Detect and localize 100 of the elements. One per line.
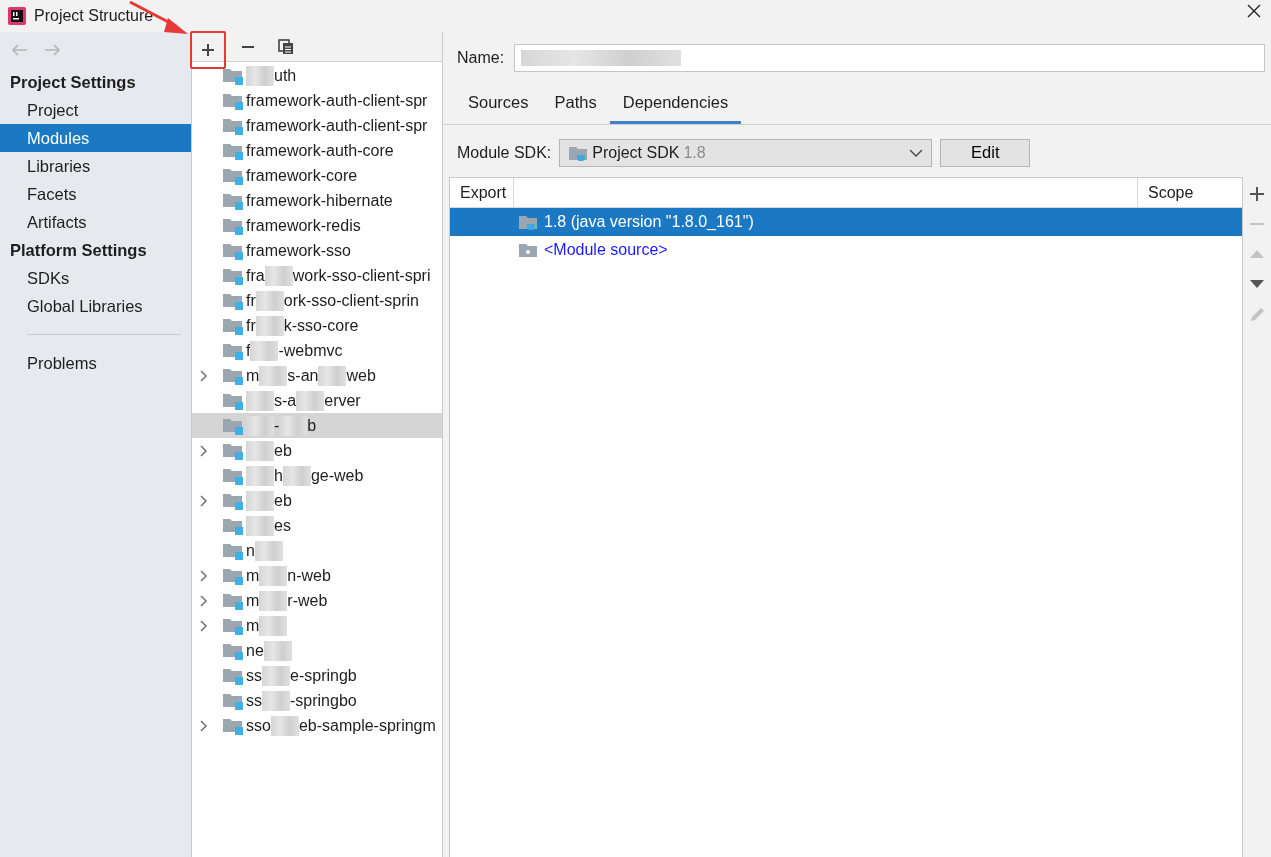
module-name: -webmvc bbox=[278, 340, 343, 361]
window-title: Project Structure bbox=[34, 6, 154, 26]
tab[interactable]: Sources bbox=[455, 86, 542, 124]
redaction-block bbox=[246, 440, 274, 461]
module-folder-icon bbox=[223, 116, 243, 135]
module-item[interactable]: framework-hibernate bbox=[192, 188, 442, 213]
sidebar-item[interactable]: Problems bbox=[0, 349, 191, 377]
module-folder-icon bbox=[223, 616, 243, 635]
module-item[interactable]: f -webmvc bbox=[192, 338, 442, 363]
module-folder-icon bbox=[223, 316, 243, 335]
edit-button[interactable]: Edit bbox=[940, 138, 1031, 167]
module-item[interactable]: fr k-sso-core bbox=[192, 313, 442, 338]
module-item[interactable]: framework-auth-client-spr bbox=[192, 113, 442, 138]
module-item[interactable]: ss e-springb bbox=[192, 663, 442, 688]
module-item[interactable]: fra work-sso-client-spri bbox=[192, 263, 442, 288]
module-item[interactable]: - b bbox=[192, 413, 442, 438]
app-logo-icon bbox=[8, 7, 26, 25]
module-name: n bbox=[246, 540, 255, 561]
redaction-block bbox=[296, 390, 325, 411]
module-name: ss bbox=[246, 665, 262, 686]
module-folder-icon bbox=[223, 366, 243, 385]
module-folder-icon bbox=[223, 641, 243, 660]
redaction-block bbox=[246, 465, 274, 486]
module-folder-icon bbox=[223, 441, 243, 460]
tab[interactable]: Dependencies bbox=[609, 86, 742, 124]
redaction-block bbox=[262, 665, 290, 686]
module-item[interactable]: m s-an web bbox=[192, 363, 442, 388]
remove-icon bbox=[240, 45, 256, 48]
module-name: m bbox=[246, 590, 260, 611]
module-item[interactable]: framework-sso bbox=[192, 238, 442, 263]
sdk-label: Module SDK: bbox=[457, 142, 552, 163]
add-icon[interactable] bbox=[1248, 184, 1266, 203]
module-item[interactable]: n bbox=[192, 538, 442, 563]
sidebar-item[interactable]: Facets bbox=[0, 180, 191, 208]
sidebar-item[interactable]: Modules bbox=[0, 124, 191, 152]
module-item[interactable]: framework-auth-core bbox=[192, 138, 442, 163]
module-item[interactable]: m bbox=[192, 613, 442, 638]
redaction-block bbox=[246, 65, 274, 86]
name-label: Name: bbox=[457, 48, 505, 68]
module-item[interactable]: uth bbox=[192, 63, 442, 88]
module-item[interactable]: h ge-web bbox=[192, 463, 442, 488]
module-name: fr bbox=[246, 290, 256, 311]
sidebar-item[interactable]: Libraries bbox=[0, 152, 191, 180]
module-name: sso bbox=[246, 715, 271, 736]
close-icon[interactable] bbox=[1247, 4, 1261, 18]
module-folder-icon bbox=[223, 291, 243, 310]
module-name: framework-auth-client-spr bbox=[246, 90, 428, 111]
module-item[interactable]: m n-web bbox=[192, 563, 442, 588]
sdk-value: Project SDK bbox=[592, 142, 680, 163]
module-folder-icon bbox=[223, 166, 243, 185]
sidebar-item[interactable]: Artifacts bbox=[0, 208, 191, 236]
module-item[interactable]: ss -springbo bbox=[192, 688, 442, 713]
sdk-dropdown[interactable]: Project SDK 1.8 bbox=[559, 138, 933, 167]
name-field[interactable] bbox=[514, 44, 1265, 72]
module-item[interactable]: eb bbox=[192, 488, 442, 513]
redaction-block bbox=[255, 290, 284, 311]
module-item[interactable]: m r-web bbox=[192, 588, 442, 613]
module-name: framework-hibernate bbox=[246, 190, 393, 211]
module-folder-icon bbox=[223, 141, 243, 160]
redaction-block bbox=[270, 715, 299, 736]
module-item[interactable]: sso eb-sample-springm bbox=[192, 713, 442, 738]
module-folder-icon bbox=[223, 391, 243, 410]
dependency-row[interactable]: <Module source> bbox=[450, 235, 1242, 264]
module-item[interactable]: s-a erver bbox=[192, 388, 442, 413]
module-name: erver bbox=[324, 390, 361, 411]
redaction-block bbox=[246, 490, 274, 511]
module-name: work-sso-client-spri bbox=[292, 265, 431, 286]
module-folder-icon bbox=[223, 266, 243, 285]
module-name: h bbox=[274, 465, 283, 486]
module-folder-icon bbox=[223, 541, 243, 560]
module-name: framework-auth-core bbox=[246, 140, 394, 161]
dependency-row[interactable]: 1.8 (java version "1.8.0_161") bbox=[450, 207, 1242, 236]
module-item[interactable]: framework-redis bbox=[192, 213, 442, 238]
module-name: framework-auth-client-spr bbox=[246, 115, 428, 136]
module-item[interactable]: framework-core bbox=[192, 163, 442, 188]
module-name: es bbox=[274, 515, 291, 536]
chevron-down-icon bbox=[909, 147, 924, 158]
tab[interactable]: Paths bbox=[541, 86, 610, 124]
add-icon bbox=[200, 41, 216, 58]
module-item[interactable]: ne bbox=[192, 638, 442, 663]
sidebar-item[interactable]: SDKs bbox=[0, 264, 191, 292]
redaction-block bbox=[246, 390, 274, 411]
module-name: -springbo bbox=[290, 690, 357, 711]
module-item[interactable]: eb bbox=[192, 438, 442, 463]
redaction-block bbox=[259, 365, 288, 386]
redaction-block bbox=[254, 540, 283, 561]
dependency-name: <Module source> bbox=[544, 239, 668, 260]
module-name: s-an bbox=[287, 365, 319, 386]
add-button[interactable] bbox=[190, 30, 226, 69]
module-item[interactable]: framework-auth-client-spr bbox=[192, 88, 442, 113]
sidebar-item[interactable]: Project bbox=[0, 96, 191, 124]
module-item[interactable]: es bbox=[192, 513, 442, 538]
module-folder-icon bbox=[223, 591, 243, 610]
redaction-block bbox=[318, 365, 347, 386]
copy-icon bbox=[278, 38, 294, 55]
module-name: ge-web bbox=[310, 465, 364, 486]
sidebar-item[interactable]: Global Libraries bbox=[0, 292, 191, 320]
module-name: ne bbox=[246, 640, 264, 661]
module-folder-icon bbox=[223, 716, 243, 735]
module-item[interactable]: fr ork-sso-client-sprin bbox=[192, 288, 442, 313]
